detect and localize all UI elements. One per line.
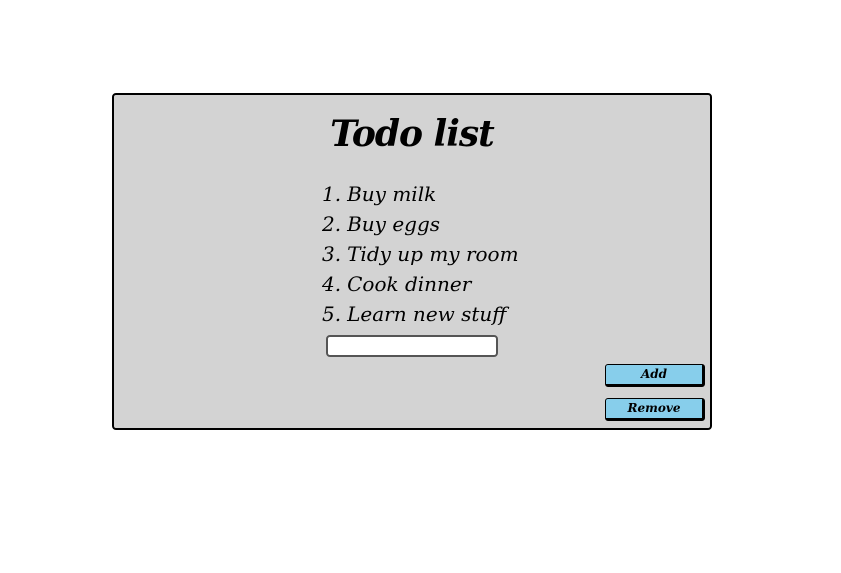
todo-item-text: Buy eggs bbox=[347, 212, 441, 236]
remove-button[interactable]: Remove bbox=[605, 398, 705, 421]
todo-item-number: 2. bbox=[322, 212, 342, 236]
todo-item-text: Tidy up my room bbox=[347, 242, 519, 266]
add-button[interactable]: Add bbox=[605, 364, 705, 387]
new-todo-input[interactable] bbox=[326, 335, 498, 357]
todo-item-number: 3. bbox=[322, 242, 342, 266]
todo-item-1: 1. Buy milk bbox=[322, 179, 519, 209]
todo-item-number: 4. bbox=[322, 272, 342, 296]
todo-item-number: 1. bbox=[322, 182, 342, 206]
todo-item-4: 4. Cook dinner bbox=[322, 269, 519, 299]
todo-card: Todo list 1. Buy milk 2. Buy eggs 3. Tidy u… bbox=[112, 93, 712, 430]
todo-item-number: 5. bbox=[322, 302, 342, 326]
todo-item-text: Cook dinner bbox=[347, 272, 472, 296]
page-title: Todo list bbox=[330, 113, 495, 155]
todo-item-2: 2. Buy eggs bbox=[322, 209, 519, 239]
todo-item-text: Buy milk bbox=[347, 182, 437, 206]
todo-item-text: Learn new stuff bbox=[347, 302, 507, 326]
todo-item-5: 5. Learn new stuff bbox=[322, 299, 519, 329]
todo-list: 1. Buy milk 2. Buy eggs 3. Tidy up my room … bbox=[322, 179, 519, 329]
todo-item-3: 3. Tidy up my room bbox=[322, 239, 519, 269]
